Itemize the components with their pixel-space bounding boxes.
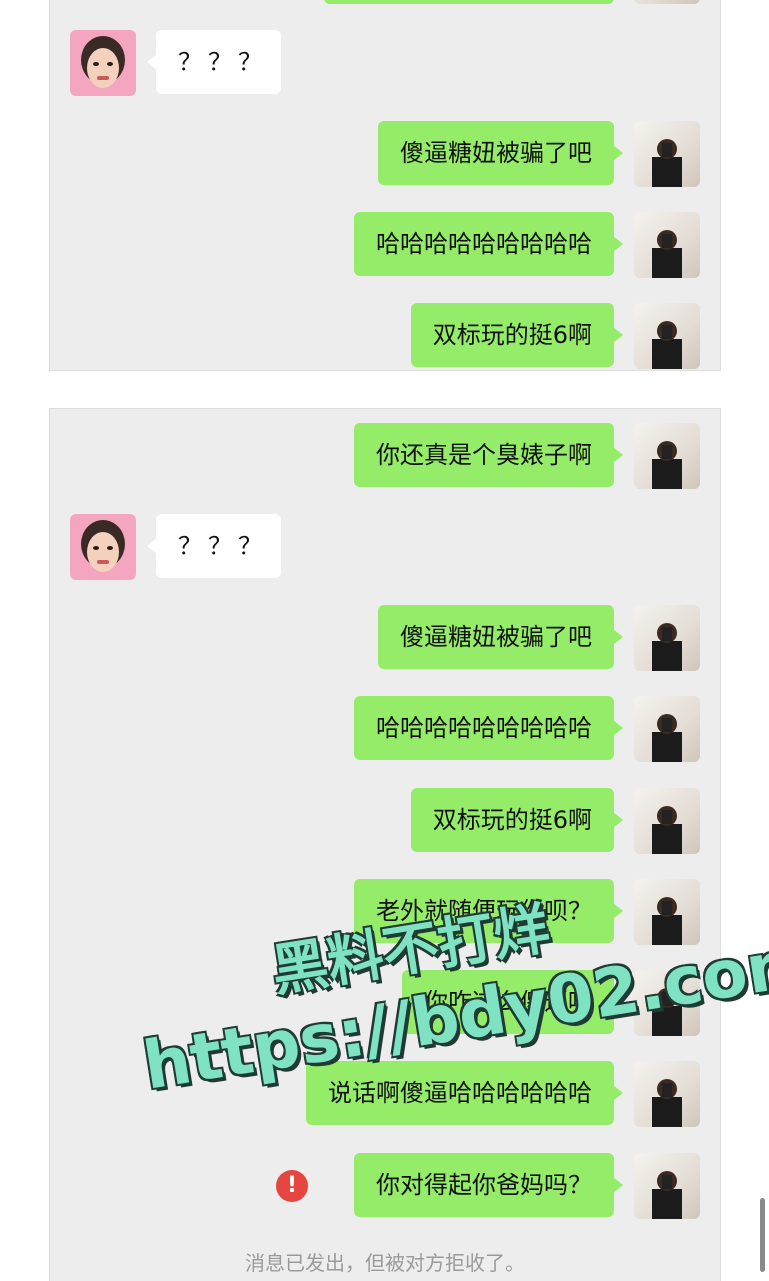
chat-message-row: ？？？ [50,30,720,96]
user-avatar-icon[interactable] [634,605,700,671]
cropped-message-bubble[interactable] [324,0,614,4]
user-avatar-icon[interactable] [634,879,700,945]
message-bubble[interactable]: ？？？ [147,514,281,578]
message-bubble[interactable]: 哈哈哈哈哈哈哈哈哈 [354,696,623,760]
message-bubble[interactable]: 双标玩的挺6啊 [410,303,624,367]
user-avatar-icon[interactable] [634,423,700,489]
chat-message-row: ？？？ [50,514,720,580]
message-bubble[interactable]: ？？？ [147,30,281,94]
contact-avatar-icon[interactable] [70,514,136,580]
message-bubble[interactable]: 你对得起你爸妈吗？ [354,1153,623,1217]
user-avatar-icon[interactable] [634,303,700,369]
message-bubble[interactable]: 傻逼糖妞被骗了吧 [378,605,623,669]
scrollbar[interactable] [760,1198,765,1272]
chat-message-row: 傻逼糖妞被骗了吧 [50,605,720,671]
user-avatar-icon[interactable] [634,1061,700,1127]
message-bubble[interactable]: 你还真是个臭婊子啊 [354,423,623,487]
chat-panel-bottom: 你还真是个臭婊子啊 ？？？ 傻逼糖妞被骗了吧 哈哈哈哈哈哈哈哈哈 双标玩的挺6啊… [49,408,721,1281]
user-avatar-icon[interactable] [634,212,700,278]
user-avatar-icon[interactable] [634,0,700,4]
chat-message-row: 哈哈哈哈哈哈哈哈哈 [50,696,720,762]
user-avatar-icon[interactable] [634,1153,700,1219]
message-bubble[interactable]: 哈哈哈哈哈哈哈哈哈 [354,212,623,276]
message-bubble[interactable]: 双标玩的挺6啊 [410,788,624,852]
chat-message-row: 你还真是个臭婊子啊 [50,423,720,489]
user-avatar-icon[interactable] [634,696,700,762]
chat-message-row: 双标玩的挺6啊 [50,788,720,854]
chat-message-row: 哈哈哈哈哈哈哈哈哈 [50,212,720,278]
chat-message-row: 双标玩的挺6啊 [50,303,720,369]
chat-panel-top: ？？？ 傻逼糖妞被骗了吧 哈哈哈哈哈哈哈哈哈 双标玩的挺6啊 [49,0,721,371]
contact-avatar-icon[interactable] [70,30,136,96]
exclamation-error-icon[interactable]: ! [276,1170,308,1202]
chat-message-row: 傻逼糖妞被骗了吧 [50,121,720,187]
user-avatar-icon[interactable] [634,788,700,854]
chat-message-row-failed: ! 你对得起你爸妈吗？ [50,1153,720,1219]
system-notice: 消息已发出，但被对方拒收了。 [245,1251,525,1275]
message-bubble[interactable]: 傻逼糖妞被骗了吧 [378,121,623,185]
user-avatar-icon[interactable] [634,121,700,187]
